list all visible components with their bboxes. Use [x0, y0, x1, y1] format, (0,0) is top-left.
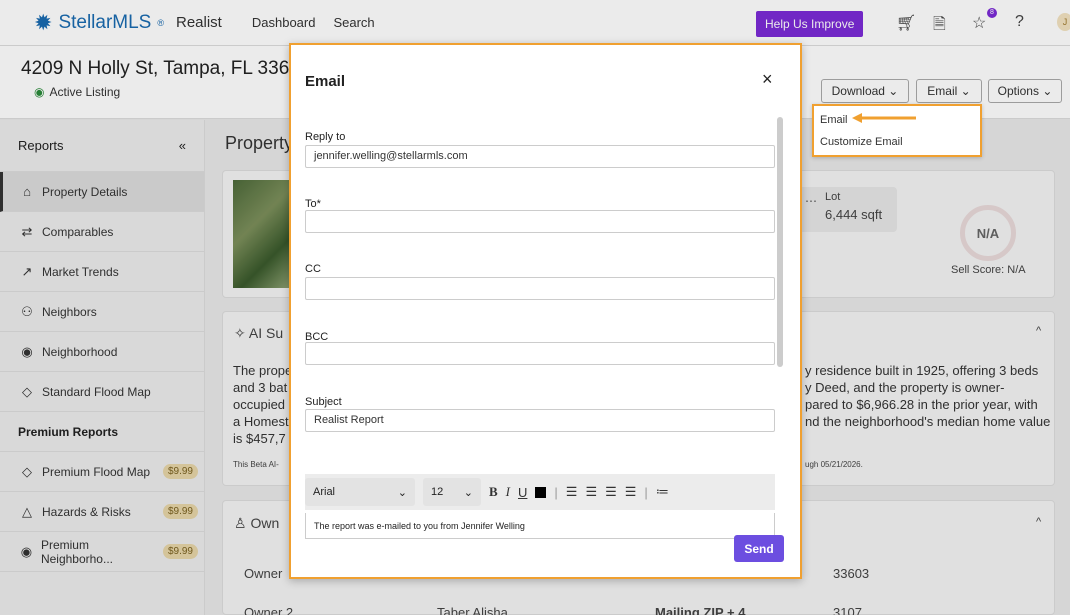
- send-button[interactable]: Send: [734, 535, 784, 562]
- underline-icon[interactable]: U: [518, 485, 527, 500]
- highlight-arrow-icon: [852, 113, 916, 123]
- email-dialog: Email × Reply to jennifer.welling@stella…: [289, 43, 802, 579]
- editor-toolbar: Arial ⌄ 12 ⌄ B I U | ☰ ☰ ☰ ☰ | ≔: [305, 474, 775, 510]
- menu-item-customize-email[interactable]: Customize Email: [820, 136, 903, 148]
- font-family-value: Arial: [313, 486, 336, 498]
- bcc-field[interactable]: [305, 342, 775, 365]
- chevron-down-icon: ⌄: [397, 486, 407, 499]
- toolbar-divider: |: [644, 484, 648, 500]
- subject-field[interactable]: Realist Report: [305, 409, 775, 432]
- align-left-icon[interactable]: ☰: [566, 484, 578, 500]
- cc-field[interactable]: [305, 277, 775, 300]
- chevron-down-icon: ⌄: [463, 486, 473, 499]
- align-justify-icon[interactable]: ☰: [625, 484, 637, 500]
- email-dropdown-menu: Email Customize Email: [812, 104, 982, 157]
- reply-to-field[interactable]: jennifer.welling@stellarmls.com: [305, 145, 775, 168]
- message-body-editor[interactable]: The report was e-mailed to you from Jenn…: [305, 513, 775, 539]
- dialog-scrollbar[interactable]: [777, 117, 783, 367]
- font-size-select[interactable]: 12 ⌄: [423, 478, 481, 506]
- subject-label: Subject: [305, 396, 342, 408]
- font-family-select[interactable]: Arial ⌄: [305, 478, 415, 506]
- to-label: To*: [305, 198, 321, 210]
- bold-icon[interactable]: B: [489, 484, 498, 500]
- menu-item-email[interactable]: Email: [820, 114, 848, 126]
- align-right-icon[interactable]: ☰: [605, 484, 617, 500]
- close-icon[interactable]: ×: [762, 69, 773, 90]
- text-color-icon[interactable]: [535, 486, 547, 498]
- align-center-icon[interactable]: ☰: [585, 484, 597, 500]
- toolbar-divider: |: [554, 484, 558, 500]
- dialog-title: Email: [305, 73, 346, 90]
- font-size-value: 12: [431, 486, 444, 498]
- italic-icon[interactable]: I: [506, 484, 510, 500]
- bullet-list-icon[interactable]: ≔: [656, 484, 669, 500]
- to-field[interactable]: [305, 210, 775, 233]
- reply-to-label: Reply to: [305, 131, 346, 143]
- cc-label: CC: [305, 263, 321, 275]
